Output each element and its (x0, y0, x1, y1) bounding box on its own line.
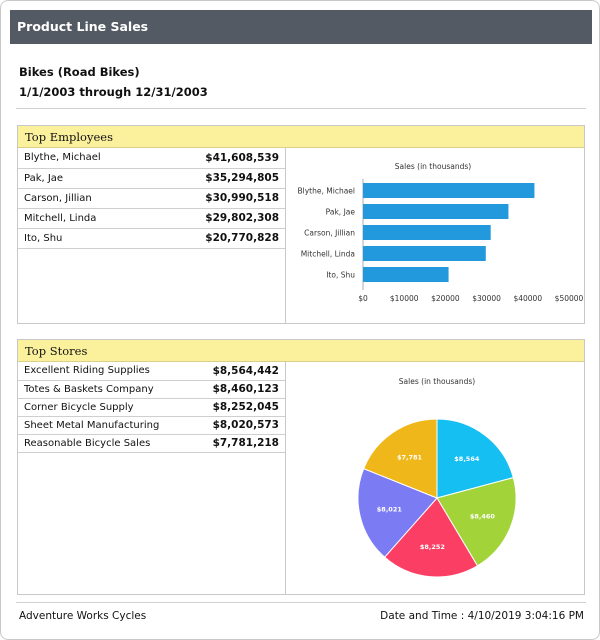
employees-table: Blythe, Michael $41,608,539 Pak, Jae $35… (18, 148, 285, 249)
employees-chart-area: Sales (in thousands) Blythe, Michael Pak,… (287, 148, 584, 323)
header-divider (16, 108, 586, 109)
bar (363, 183, 535, 198)
pie-slice-label: $8,021 (377, 505, 403, 513)
employees-bar-chart: Sales (in thousands) Blythe, Michael Pak,… (298, 162, 584, 303)
store-name: Corner Bicycle Supply (18, 398, 193, 417)
top-stores-title: Top Stores (25, 344, 88, 358)
store-name: Excellent Riding Supplies (18, 362, 193, 381)
report-frame: Product Line Sales Bikes (Road Bikes) 1/… (0, 0, 600, 640)
table-row: Corner Bicycle Supply $8,252,045 (18, 398, 285, 417)
pie-chart-title: Sales (in thousands) (399, 377, 475, 386)
top-stores-header: Top Stores (18, 340, 584, 362)
bar (363, 267, 449, 282)
bar-category-label: Blythe, Michael (298, 187, 355, 196)
stores-table: Excellent Riding Supplies $8,564,442 Tot… (18, 362, 285, 453)
table-row: Mitchell, Linda $29,802,308 (18, 208, 285, 229)
bar-chart-title: Sales (in thousands) (395, 162, 471, 171)
table-row: Totes & Baskets Company $8,460,123 (18, 380, 285, 399)
table-row: Excellent Riding Supplies $8,564,442 (18, 362, 285, 381)
table-row: Sheet Metal Manufacturing $8,020,573 (18, 416, 285, 435)
company-name: Adventure Works Cycles (19, 610, 147, 622)
store-name: Totes & Baskets Company (18, 380, 193, 399)
report-title: Product Line Sales (17, 19, 149, 34)
report-datetime: Date and Time : 4/10/2019 3:04:16 PM (380, 610, 584, 622)
x-tick-label: $30000 (472, 294, 501, 303)
table-row: Ito, Shu $20,770,828 (18, 228, 285, 249)
x-tick-label: $20000 (431, 294, 460, 303)
employee-sales: $29,802,308 (153, 208, 285, 229)
x-tick-label: $40000 (513, 294, 542, 303)
bar-category-label: Mitchell, Linda (301, 250, 355, 259)
bar (363, 246, 486, 261)
date-range-heading: 1/1/2003 through 12/31/2003 (19, 85, 208, 99)
stores-chart-area: Sales (in thousands) $8,564 $8,460 $8,252 $… (287, 362, 584, 594)
store-sales: $8,460,123 (192, 380, 285, 399)
employee-name: Pak, Jae (18, 168, 154, 189)
employee-name: Blythe, Michael (18, 148, 154, 169)
store-sales: $7,781,218 (192, 434, 285, 453)
pie-slice-label: $8,564 (454, 455, 480, 463)
table-row: Pak, Jae $35,294,805 (18, 168, 285, 189)
top-stores-panel: Top Stores Excellent Riding Supplies $8,… (17, 339, 585, 595)
stores-pie-chart: Sales (in thousands) $8,564 $8,460 $8,252 $… (357, 377, 517, 578)
store-sales: $8,020,573 (192, 416, 285, 435)
store-sales: $8,564,442 (192, 362, 285, 381)
product-heading: Bikes (Road Bikes) (19, 65, 140, 79)
title-bar: Product Line Sales (10, 10, 592, 44)
x-tick-label: $0 (358, 294, 368, 303)
x-tick-label: $50000 (555, 294, 584, 303)
employee-name: Carson, Jillian (18, 188, 154, 209)
top-employees-header: Top Employees (18, 126, 584, 148)
stores-table-container: Excellent Riding Supplies $8,564,442 Tot… (18, 362, 286, 594)
table-row: Reasonable Bicycle Sales $7,781,218 (18, 434, 285, 453)
pie-slice-label: $8,460 (470, 512, 496, 520)
top-employees-title: Top Employees (25, 130, 113, 144)
employee-name: Ito, Shu (18, 228, 154, 249)
bar-category-label: Pak, Jae (326, 208, 356, 217)
pie-slice-label: $7,781 (397, 453, 423, 461)
pie-slice-label: $8,252 (420, 543, 445, 551)
employee-sales: $35,294,805 (153, 168, 285, 189)
bar (363, 204, 509, 219)
employee-sales: $20,770,828 (153, 228, 285, 249)
top-employees-panel: Top Employees Blythe, Michael $41,608,53… (17, 125, 585, 324)
employee-name: Mitchell, Linda (18, 208, 154, 229)
bar-category-label: Ito, Shu (326, 271, 355, 280)
employee-sales: $30,990,518 (153, 188, 285, 209)
store-name: Reasonable Bicycle Sales (18, 434, 193, 453)
employee-sales: $41,608,539 (153, 148, 285, 169)
table-row: Carson, Jillian $30,990,518 (18, 188, 285, 209)
employees-table-container: Blythe, Michael $41,608,539 Pak, Jae $35… (18, 148, 286, 323)
bar-category-label: Carson, Jillian (304, 229, 355, 238)
store-sales: $8,252,045 (192, 398, 285, 417)
footer-divider (16, 602, 586, 603)
table-row: Blythe, Michael $41,608,539 (18, 148, 285, 169)
bar (363, 225, 491, 240)
store-name: Sheet Metal Manufacturing (18, 416, 193, 435)
x-tick-label: $10000 (390, 294, 419, 303)
